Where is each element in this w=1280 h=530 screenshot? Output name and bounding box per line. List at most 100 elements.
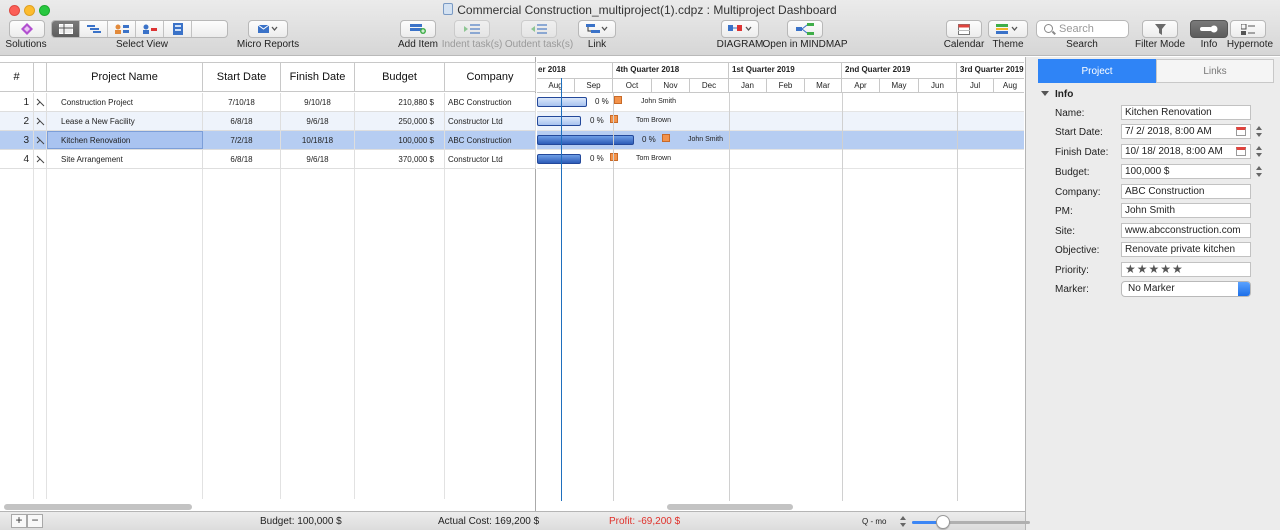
priority-rating[interactable]: ★★★★★	[1121, 262, 1251, 277]
column-header-start-date[interactable]: Start Date	[203, 63, 281, 91]
view-resources-button[interactable]	[108, 21, 136, 37]
budget-cell[interactable]: 100,000 $	[355, 131, 445, 149]
name-field[interactable]: Kitchen Renovation	[1121, 105, 1251, 120]
column-header-project-name[interactable]: Project Name	[47, 63, 203, 91]
budget-field[interactable]: 100,000 $	[1121, 164, 1251, 179]
milestone-icon[interactable]	[610, 153, 618, 161]
budget-cell[interactable]: 370,000 $	[355, 150, 445, 168]
zoom-slider[interactable]	[912, 521, 1030, 524]
gantt-quarter-header: er 2018	[537, 62, 613, 78]
filter-mode-button[interactable]	[1142, 20, 1178, 38]
zoom-scale-stepper[interactable]	[899, 515, 906, 528]
gantt-month-header: Aug	[537, 78, 575, 93]
solutions-button[interactable]	[9, 20, 45, 38]
project-name-cell[interactable]: Lease a New Facility	[47, 112, 203, 130]
calendar-icon	[958, 23, 970, 35]
table-row[interactable]: 1 Construction Project 7/10/18 9/10/18 2…	[0, 93, 536, 112]
outdent-button[interactable]	[521, 20, 557, 38]
finish-date-field[interactable]: 10/ 18/ 2018, 8:00 AM	[1121, 144, 1251, 159]
priority-label: Priority:	[1055, 265, 1089, 276]
start-date-cell[interactable]: 6/8/18	[203, 150, 281, 168]
toolbar: Commercial Construction_multiproject(1).…	[0, 0, 1280, 56]
budget-cell[interactable]: 250,000 $	[355, 112, 445, 130]
finish-date-cell[interactable]: 9/6/18	[281, 150, 355, 168]
column-header-number[interactable]: #	[0, 63, 34, 91]
micro-reports-button[interactable]	[248, 20, 288, 38]
pm-field[interactable]: John Smith	[1121, 203, 1251, 218]
table-row-selected[interactable]: 3 Kitchen Renovation 7/2/18 10/18/18 100…	[0, 131, 536, 150]
view-grid-button[interactable]	[52, 21, 80, 37]
diagram-button[interactable]	[721, 20, 759, 38]
info-section-header[interactable]: Info	[1041, 89, 1073, 100]
gantt-month-header: Aug	[994, 78, 1024, 93]
gantt-month-header: Sep	[575, 78, 613, 93]
gantt-bar[interactable]	[537, 97, 587, 107]
gantt-row[interactable]: 0 % Tom Brown	[537, 150, 1024, 169]
view-dashboard-button[interactable]	[164, 21, 192, 37]
add-item-button[interactable]	[400, 20, 436, 38]
start-date-calendar-icon[interactable]	[1236, 127, 1246, 136]
marker-select[interactable]: No Marker	[1121, 281, 1251, 297]
start-date-cell[interactable]: 7/10/18	[203, 93, 281, 111]
gantt-row[interactable]: 0 % Tom Brown	[537, 112, 1024, 131]
add-row-button[interactable]: +	[11, 514, 27, 528]
view-extra-button[interactable]	[192, 21, 220, 37]
tab-project[interactable]: Project	[1038, 59, 1156, 83]
column-header-budget[interactable]: Budget	[355, 63, 445, 91]
theme-button[interactable]	[988, 20, 1028, 38]
calendar-button[interactable]	[946, 20, 982, 38]
start-date-field[interactable]: 7/ 2/ 2018, 8:00 AM	[1121, 124, 1251, 139]
theme-label: Theme	[992, 39, 1024, 50]
table-row[interactable]: 4 Site Arrangement 6/8/18 9/6/18 370,000…	[0, 150, 536, 169]
project-name-cell[interactable]: Site Arrangement	[47, 150, 203, 168]
view-gantt-button[interactable]	[80, 21, 108, 37]
start-date-cell[interactable]: 6/8/18	[203, 112, 281, 130]
add-item-label: Add Item	[397, 39, 439, 50]
link-button[interactable]	[578, 20, 616, 38]
gantt-bar[interactable]	[537, 116, 581, 126]
milestone-icon[interactable]	[662, 134, 670, 142]
milestone-icon[interactable]	[610, 115, 618, 123]
budget-cell[interactable]: 210,880 $	[355, 93, 445, 111]
gantt-horizontal-scrollbar[interactable]	[667, 504, 793, 510]
hypernote-button[interactable]	[1230, 20, 1266, 38]
company-cell[interactable]: Constructor Ltd	[445, 112, 536, 130]
pm-label: PM:	[1055, 206, 1073, 217]
table-horizontal-scrollbar[interactable]	[4, 504, 192, 510]
start-date-cell[interactable]: 7/2/18	[203, 131, 281, 149]
objective-field[interactable]: Renovate private kitchen	[1121, 242, 1251, 257]
finish-date-calendar-icon[interactable]	[1236, 147, 1246, 156]
info-button[interactable]	[1190, 20, 1228, 38]
row-number: 1	[0, 93, 34, 111]
company-cell[interactable]: Constructor Ltd	[445, 150, 536, 168]
column-header-finish-date[interactable]: Finish Date	[281, 63, 355, 91]
zoom-slider-handle[interactable]	[936, 515, 950, 529]
gantt-bar[interactable]	[537, 135, 634, 145]
finish-date-cell[interactable]: 9/6/18	[281, 112, 355, 130]
finish-date-stepper[interactable]	[1255, 145, 1262, 158]
column-header-company[interactable]: Company	[445, 63, 536, 91]
project-name-cell[interactable]: Kitchen Renovation	[47, 131, 203, 149]
project-type-icon	[34, 131, 47, 149]
company-field[interactable]: ABC Construction	[1121, 184, 1251, 199]
tab-links[interactable]: Links	[1156, 59, 1274, 83]
budget-stepper[interactable]	[1255, 165, 1262, 178]
open-mindmap-button[interactable]	[787, 20, 823, 38]
gantt-row-selected[interactable]: 0 % John Smith	[537, 131, 1024, 150]
gantt-row[interactable]: 0 % John Smith	[537, 93, 1024, 112]
finish-date-cell[interactable]: 9/10/18	[281, 93, 355, 111]
view-team-button[interactable]	[136, 21, 164, 37]
table-row[interactable]: 2 Lease a New Facility 6/8/18 9/6/18 250…	[0, 112, 536, 131]
remove-row-button[interactable]: −	[27, 514, 43, 528]
gantt-bar[interactable]	[537, 154, 581, 164]
company-cell[interactable]: ABC Construction	[445, 131, 536, 149]
indent-button[interactable]	[454, 20, 490, 38]
finish-date-cell[interactable]: 10/18/18	[281, 131, 355, 149]
project-name-cell[interactable]: Construction Project	[47, 93, 203, 111]
start-date-stepper[interactable]	[1255, 125, 1262, 138]
site-field[interactable]: www.abcconstruction.com	[1121, 223, 1251, 238]
search-input[interactable]: Search	[1036, 20, 1129, 38]
milestone-icon[interactable]	[614, 96, 622, 104]
company-cell[interactable]: ABC Construction	[445, 93, 536, 111]
gantt-quarter-divider	[842, 93, 843, 501]
